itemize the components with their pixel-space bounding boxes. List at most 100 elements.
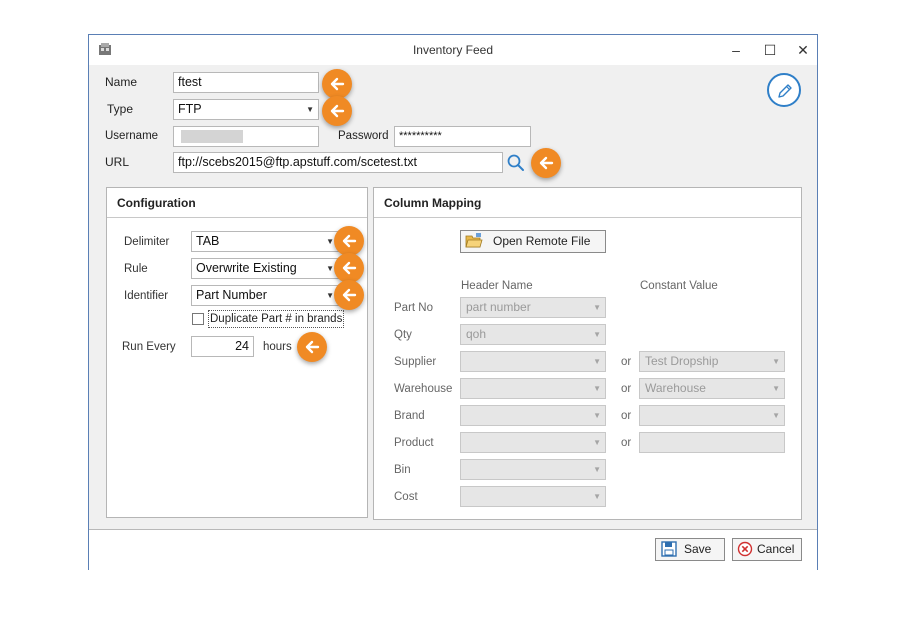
- constant-combo[interactable]: Test Dropship ▼: [639, 351, 785, 372]
- arrow-left-icon: [297, 332, 327, 362]
- chevron-down-icon: ▼: [593, 303, 601, 312]
- constant-combo[interactable]: [639, 432, 785, 453]
- chevron-down-icon: ▼: [593, 384, 601, 393]
- rule-value: Overwrite Existing: [196, 261, 297, 275]
- search-icon: [507, 154, 524, 171]
- delimiter-label: Delimiter: [124, 236, 170, 248]
- edit-button[interactable]: [767, 73, 801, 107]
- identifier-label: Identifier: [124, 290, 169, 302]
- column-mapping-group: Column Mapping Open Remote File Header N…: [373, 187, 802, 520]
- mapping-row-label: Part No: [394, 302, 433, 314]
- header-combo[interactable]: ▼: [460, 486, 606, 507]
- constant-value-label: Constant Value: [640, 280, 718, 292]
- maximize-button[interactable]: ☐: [753, 35, 787, 65]
- username-label: Username: [105, 130, 159, 142]
- save-button[interactable]: Save: [655, 538, 725, 561]
- delimiter-combo[interactable]: TAB ▼: [191, 231, 339, 252]
- hours-label: hours: [263, 341, 292, 353]
- cancel-icon: [737, 541, 753, 557]
- username-input[interactable]: [173, 126, 319, 147]
- title-bar: Inventory Feed – ☐ ✕: [89, 35, 817, 65]
- column-mapping-title: Column Mapping: [384, 196, 482, 210]
- save-icon: [661, 541, 677, 557]
- open-remote-file-label: Open Remote File: [493, 234, 591, 248]
- url-input[interactable]: ftp://scebs2015@ftp.apstuff.com/scetest.…: [173, 152, 503, 173]
- header-combo[interactable]: qoh ▼: [460, 324, 606, 345]
- cancel-label: Cancel: [757, 542, 795, 556]
- duplicate-checkbox[interactable]: [192, 313, 204, 325]
- constant-combo[interactable]: ▼: [639, 405, 785, 426]
- header-combo[interactable]: part number ▼: [460, 297, 606, 318]
- close-button[interactable]: ✕: [786, 35, 820, 65]
- mapping-row-label: Cost: [394, 491, 418, 503]
- or-label: or: [621, 437, 632, 449]
- configuration-group: Configuration Delimiter TAB ▼ Rule Overw…: [106, 187, 368, 518]
- arrow-left-icon: [334, 253, 364, 283]
- type-combo[interactable]: FTP ▼: [173, 99, 319, 120]
- password-label: Password: [338, 130, 389, 142]
- window-title: Inventory Feed: [412, 43, 494, 57]
- rule-label: Rule: [124, 263, 148, 275]
- minimize-button[interactable]: –: [719, 35, 753, 65]
- delimiter-value: TAB: [196, 234, 220, 248]
- chevron-down-icon: ▼: [772, 411, 780, 420]
- chevron-down-icon: ▼: [326, 291, 334, 300]
- chevron-down-icon: ▼: [593, 438, 601, 447]
- mapping-row-label: Warehouse: [394, 383, 453, 395]
- identifier-value: Part Number: [196, 288, 267, 302]
- footer-bar: Save Cancel: [89, 529, 817, 570]
- header-value: qoh: [466, 327, 487, 341]
- password-input[interactable]: **********: [394, 126, 531, 147]
- header-combo[interactable]: ▼: [460, 351, 606, 372]
- arrow-left-icon: [531, 148, 561, 178]
- run-every-label: Run Every: [122, 341, 176, 353]
- run-every-input[interactable]: 24: [191, 336, 254, 357]
- mapping-row-label: Qty: [394, 329, 412, 341]
- header-value: part number: [466, 300, 531, 314]
- chevron-down-icon: ▼: [593, 357, 601, 366]
- chevron-down-icon: ▼: [593, 492, 601, 501]
- name-input[interactable]: ftest: [173, 72, 319, 93]
- chevron-down-icon: ▼: [326, 237, 334, 246]
- chevron-down-icon: ▼: [593, 465, 601, 474]
- type-value: FTP: [178, 102, 202, 116]
- constant-value: Test Dropship: [645, 354, 719, 368]
- open-remote-file-button[interactable]: Open Remote File: [460, 230, 606, 253]
- search-button[interactable]: [503, 152, 529, 173]
- name-label: Name: [105, 75, 138, 89]
- duplicate-label: Duplicate Part # in brands: [208, 310, 345, 328]
- cancel-button[interactable]: Cancel: [732, 538, 802, 561]
- chevron-down-icon: ▼: [772, 384, 780, 393]
- or-label: or: [621, 383, 632, 395]
- mapping-row-label: Bin: [394, 464, 411, 476]
- save-label: Save: [684, 542, 712, 556]
- url-label: URL: [105, 155, 130, 169]
- header-combo[interactable]: ▼: [460, 378, 606, 399]
- header-combo[interactable]: ▼: [460, 405, 606, 426]
- rule-combo[interactable]: Overwrite Existing ▼: [191, 258, 339, 279]
- chevron-down-icon: ▼: [772, 357, 780, 366]
- divider: [107, 217, 367, 218]
- header-combo[interactable]: ▼: [460, 459, 606, 480]
- arrow-left-icon: [334, 226, 364, 256]
- header-combo[interactable]: ▼: [460, 432, 606, 453]
- redacted-username: [181, 130, 243, 143]
- constant-combo[interactable]: Warehouse ▼: [639, 378, 785, 399]
- mapping-row-label: Product: [394, 437, 434, 449]
- mapping-row-label: Supplier: [394, 356, 437, 368]
- arrow-left-icon: [334, 280, 364, 310]
- or-label: or: [621, 356, 632, 368]
- header-name-label: Header Name: [461, 280, 533, 292]
- mapping-row-label: Brand: [394, 410, 425, 422]
- arrow-left-icon: [322, 96, 352, 126]
- divider: [374, 217, 801, 218]
- pencil-icon: [778, 84, 792, 98]
- folder-open-icon: [465, 233, 483, 248]
- chevron-down-icon: ▼: [593, 330, 601, 339]
- chevron-down-icon: ▼: [306, 105, 314, 114]
- identifier-combo[interactable]: Part Number ▼: [191, 285, 339, 306]
- or-label: or: [621, 410, 632, 422]
- chevron-down-icon: ▼: [326, 264, 334, 273]
- inventory-feed-window: Inventory Feed – ☐ ✕ Name ftest Type FTP…: [88, 34, 818, 570]
- chevron-down-icon: ▼: [593, 411, 601, 420]
